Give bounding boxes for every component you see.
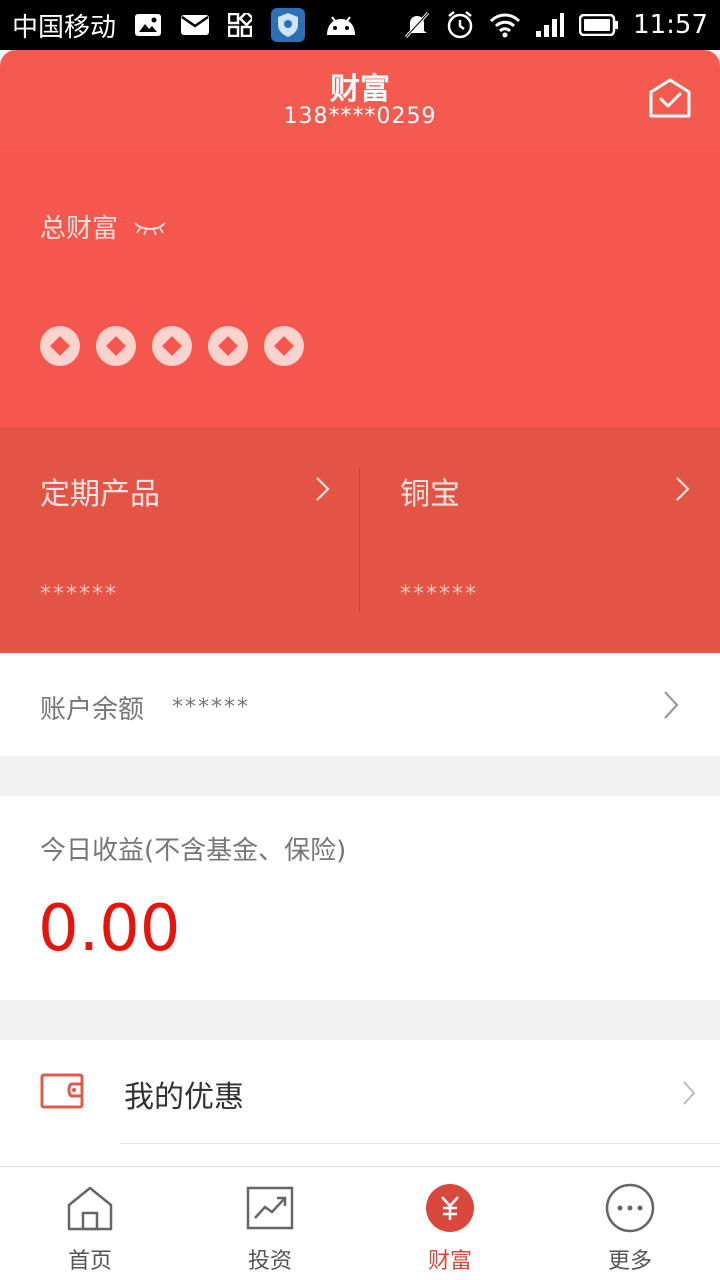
alarm-icon: [445, 10, 475, 40]
signal-icon: [535, 12, 565, 38]
checkin-icon[interactable]: [648, 76, 692, 120]
tab-wealth[interactable]: 财富: [360, 1167, 540, 1280]
masked-total-value: [40, 326, 304, 366]
battery-icon: [579, 14, 619, 36]
chevron-right-icon: [676, 477, 690, 501]
tab-label: 财富: [427, 1249, 472, 1274]
page-title: 财富: [330, 72, 390, 107]
menu-item-label: 我的优惠: [124, 1080, 244, 1115]
shield-app-icon: [270, 7, 306, 43]
product-tongbao[interactable]: 铜宝 ******: [360, 427, 720, 653]
account-balance-row[interactable]: 账户余额 ******: [0, 653, 720, 756]
mute-icon: [403, 11, 431, 39]
status-bar: 中国移动 11:57: [0, 0, 720, 50]
product-summary: 定期产品 ****** 铜宝 ******: [0, 427, 720, 653]
wealth-page: 财富 138****0259 总财富 定期产品 ****** 铜宝 ******…: [0, 50, 720, 1280]
product-value: ******: [400, 582, 478, 607]
total-wealth-card: 总财富: [0, 146, 720, 427]
tab-home[interactable]: 首页: [0, 1167, 180, 1280]
chevron-right-icon: [316, 477, 330, 501]
tab-more[interactable]: 更多: [540, 1167, 720, 1280]
chart-icon: [246, 1186, 294, 1230]
home-icon: [67, 1186, 113, 1231]
tab-label: 更多: [607, 1249, 652, 1274]
page-header: 财富 138****0259: [0, 50, 720, 146]
apps-icon: [228, 13, 253, 37]
product-fixed-term[interactable]: 定期产品 ******: [0, 427, 360, 653]
wifi-icon: [489, 12, 521, 38]
today-earnings-card: 今日收益(不含基金、保险) 0.00: [0, 796, 720, 1000]
balance-label: 账户余额: [40, 695, 145, 725]
tab-invest[interactable]: 投资: [180, 1167, 360, 1280]
gallery-icon: [134, 13, 162, 37]
menu-item-my-coupons[interactable]: 我的优惠: [0, 1040, 720, 1167]
eye-closed-icon[interactable]: [132, 217, 168, 237]
mask-dot: [264, 326, 304, 366]
bottom-tab-bar: 首页 投资 财富 更多: [0, 1166, 720, 1280]
chevron-right-icon: [683, 1081, 696, 1105]
more-icon: [605, 1183, 655, 1233]
mask-dot: [96, 326, 136, 366]
earnings-value: 0.00: [38, 892, 181, 966]
total-wealth-label-row: 总财富: [40, 208, 168, 245]
mask-dot: [40, 326, 80, 366]
earnings-label: 今日收益(不含基金、保险): [40, 836, 347, 866]
mail-icon: [180, 14, 210, 36]
tab-label: 投资: [247, 1249, 292, 1274]
product-value: ******: [40, 582, 118, 607]
clock-label: 11:57: [633, 10, 708, 40]
total-wealth-label: 总财富: [40, 214, 119, 244]
yuan-icon: [426, 1184, 474, 1232]
tab-label: 首页: [67, 1249, 112, 1274]
android-icon: [324, 13, 358, 37]
balance-value: ******: [172, 695, 250, 720]
product-name: 定期产品: [40, 477, 160, 512]
wallet-icon: [40, 1073, 84, 1109]
mask-dot: [208, 326, 248, 366]
account-phone: 138****0259: [283, 104, 437, 129]
chevron-right-icon: [664, 691, 679, 719]
product-name: 铜宝: [400, 477, 460, 512]
carrier-label: 中国移动: [12, 12, 117, 43]
mask-dot: [152, 326, 192, 366]
divider: [120, 1143, 720, 1144]
